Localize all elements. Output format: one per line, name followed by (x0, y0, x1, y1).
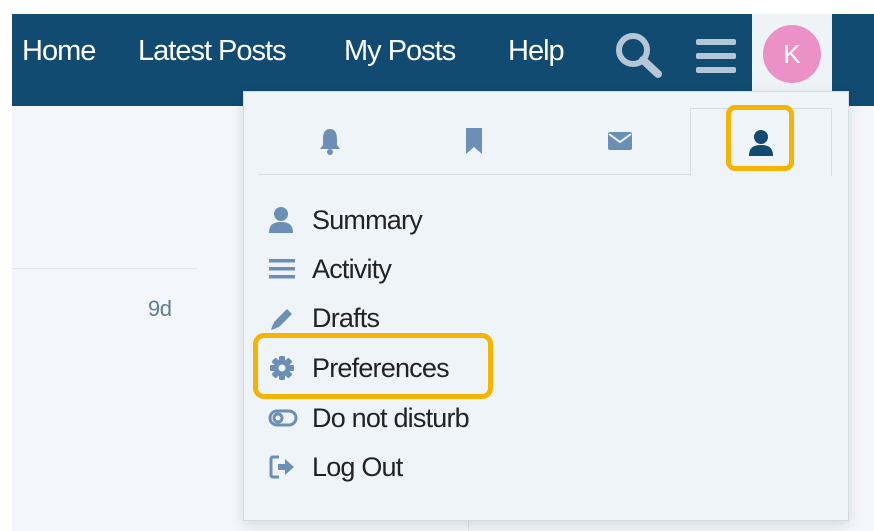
tab-bookmarks[interactable] (444, 108, 504, 174)
menu-item-do-not-disturb[interactable]: Do not disturb (268, 398, 470, 438)
list-icon (268, 254, 302, 284)
pencil-icon (268, 303, 302, 333)
toggle-icon (268, 403, 302, 433)
nav-help-link[interactable]: Help (508, 35, 565, 68)
menu-item-drafts[interactable]: Drafts (268, 298, 380, 338)
sign-out-icon (268, 452, 302, 482)
highlight-preferences (253, 333, 493, 399)
nav-my-posts-link[interactable]: My Posts (344, 35, 456, 68)
menu-item-label: Summary (312, 204, 423, 235)
envelope-icon (608, 132, 632, 150)
highlight-profile-tab (726, 105, 794, 171)
nav-latest-posts-link[interactable]: Latest Posts (138, 35, 287, 68)
menu-item-label: Log Out (312, 451, 403, 482)
menu-item-activity[interactable]: Activity (268, 249, 392, 289)
menu-item-label: Activity (312, 253, 392, 284)
bell-icon (320, 129, 340, 155)
search-icon[interactable] (613, 31, 665, 79)
user-icon (268, 205, 302, 235)
menu-item-label: Drafts (312, 302, 380, 333)
user-avatar[interactable]: K (763, 25, 821, 83)
bookmark-icon (466, 128, 482, 154)
tab-messages[interactable] (590, 108, 650, 174)
content-divider (12, 268, 197, 269)
hamburger-menu-icon[interactable] (694, 37, 738, 75)
nav-home-link[interactable]: Home (22, 35, 96, 68)
menu-item-label: Do not disturb (312, 402, 470, 433)
menu-item-log-out[interactable]: Log Out (268, 447, 403, 487)
topic-age: 9d (148, 296, 172, 321)
menu-item-summary[interactable]: Summary (268, 200, 423, 240)
tabs-divider (258, 174, 690, 175)
tab-notifications[interactable] (300, 108, 360, 174)
